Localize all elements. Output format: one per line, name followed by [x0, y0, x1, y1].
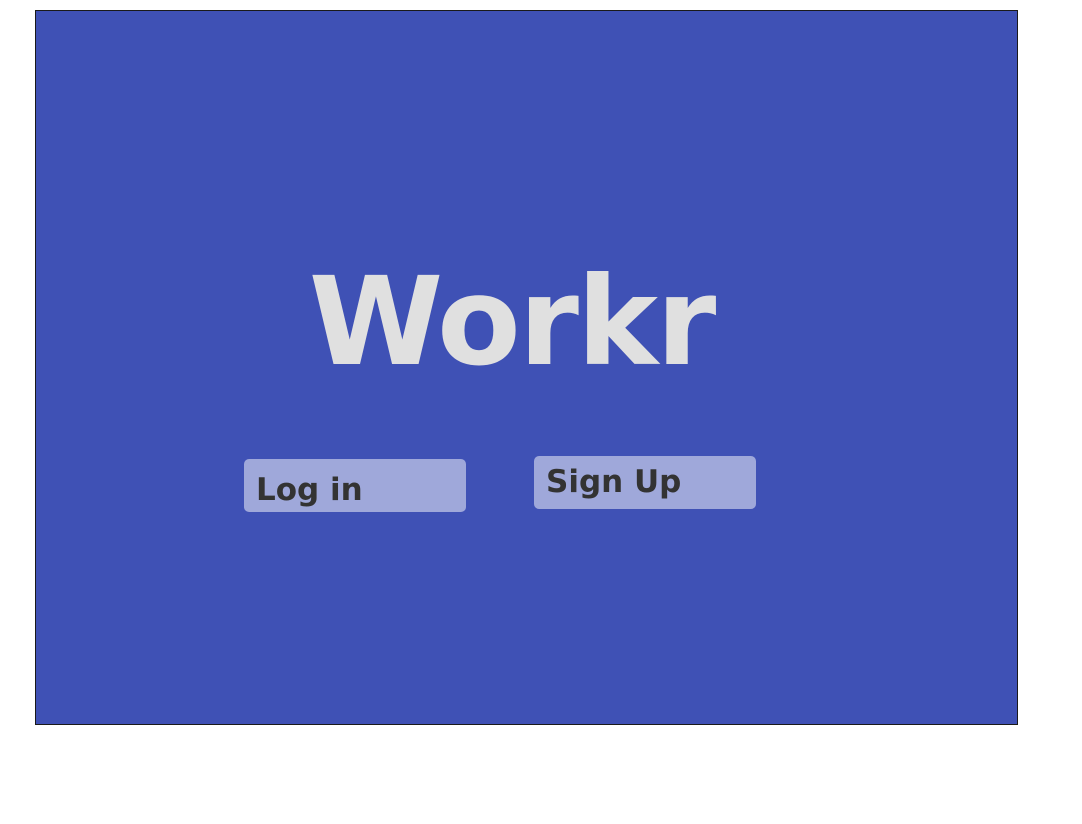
app-title: Workr — [308, 251, 717, 393]
login-button[interactable]: Log in — [244, 459, 466, 512]
landing-panel: Workr Log in Sign Up — [35, 10, 1018, 725]
signup-button[interactable]: Sign Up — [534, 456, 756, 509]
